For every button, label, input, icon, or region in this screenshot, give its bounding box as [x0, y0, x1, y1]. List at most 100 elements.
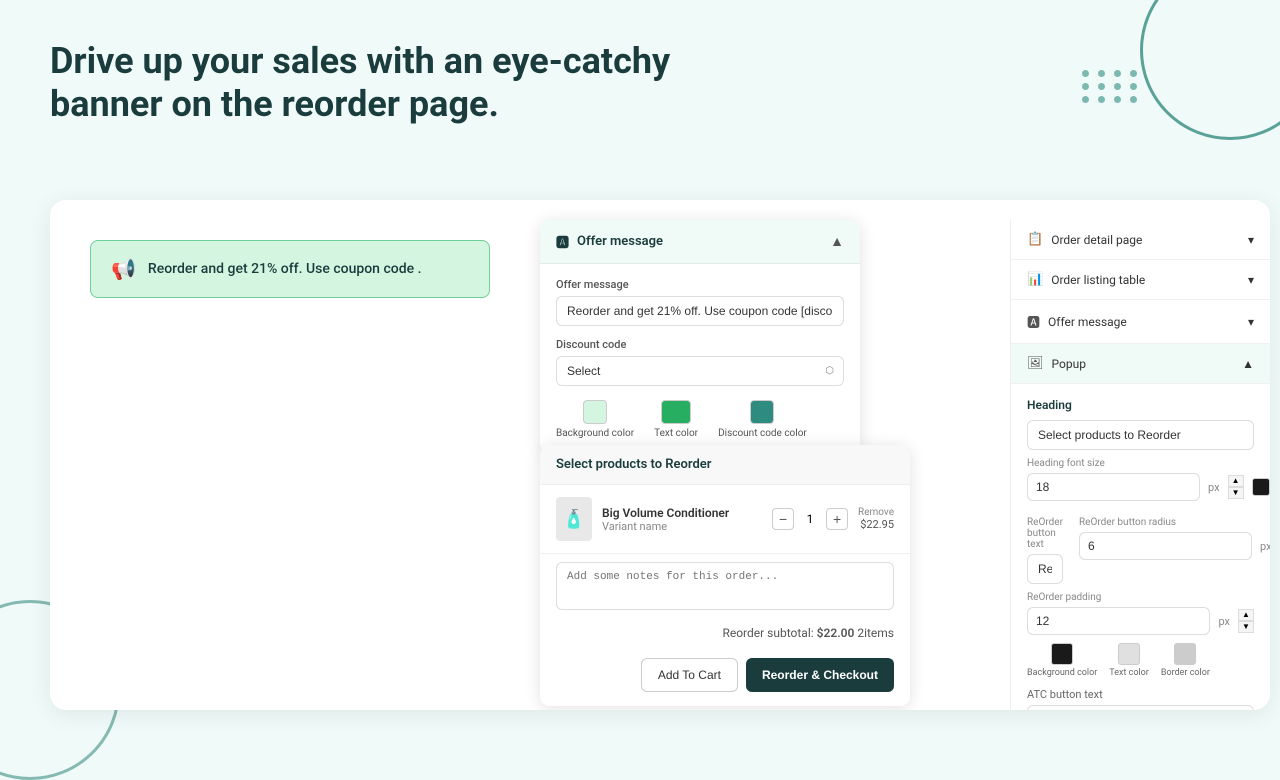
reorder-btn-text-input[interactable] [1027, 554, 1063, 584]
order-detail-icon: 📋 [1027, 232, 1043, 247]
chevron-down-icon-1: ▾ [1248, 273, 1254, 287]
btn-text-swatch[interactable] [1118, 643, 1140, 665]
reorder-padding-stepper: ▲ ▼ [1238, 609, 1254, 633]
select-arrow-icon: ⬡ [825, 366, 834, 377]
offer-message-label: Offer message [556, 278, 844, 291]
offer-message-panel: 🅰 Offer message ▲ Offer message Discount… [540, 220, 860, 453]
reorder-btn-row: ReOrder button text ReOrder button radiu… [1027, 517, 1254, 584]
reorder-btn-text-label: ReOrder button text [1027, 517, 1063, 550]
text-color-item: Text color [654, 400, 698, 439]
banner-preview: 📢 Reorder and get 21% off. Use coupon co… [90, 240, 490, 298]
btn-colors-row: Background color Text color Border color [1027, 643, 1254, 678]
settings-item-order-detail[interactable]: 📋 Order detail page ▾ [1011, 220, 1270, 260]
banner-message-box: 📢 Reorder and get 21% off. Use coupon co… [90, 240, 490, 298]
notes-area [556, 562, 894, 614]
add-to-cart-button[interactable]: Add To Cart [641, 658, 738, 692]
font-size-unit: px [1208, 481, 1220, 494]
settings-item-order-listing-label: Order listing table [1051, 273, 1248, 287]
border-color-label: Border color [1161, 668, 1210, 678]
product-info: Big Volume Conditioner Variant name [602, 506, 762, 533]
megaphone-icon: 📢 [111, 257, 136, 281]
discount-code-select-wrap: Select ⬡ [556, 356, 844, 386]
discount-color-swatch[interactable] [750, 400, 774, 424]
reorder-padding-unit: px [1218, 615, 1230, 628]
reorder-padding-input[interactable] [1027, 607, 1210, 635]
subtotal-row: Reorder subtotal: $22.00 2items [540, 622, 910, 648]
qty-plus-button[interactable]: + [826, 508, 848, 530]
font-size-up[interactable]: ▲ [1228, 475, 1244, 487]
popup-icon: 🖼 [1027, 356, 1044, 371]
action-buttons: Add To Cart Reorder & Checkout [540, 648, 910, 706]
reorder-radius-unit: px [1260, 540, 1270, 553]
chevron-down-icon-2: ▾ [1248, 315, 1254, 329]
product-variant: Variant name [602, 520, 762, 533]
chevron-up-icon-popup: ▲ [1242, 357, 1254, 371]
reorder-radius-row: px ▲ ▼ [1079, 532, 1270, 560]
remove-text[interactable]: Remove [858, 507, 894, 518]
offer-message-icon: 🅰 [1027, 312, 1040, 331]
text-color-swatch[interactable] [661, 400, 691, 424]
font-size-input[interactable] [1027, 473, 1200, 501]
popup-heading-input[interactable] [1027, 420, 1254, 450]
decorative-circle-top-right [1140, 0, 1280, 140]
btn-bg-color-label: Background color [1027, 668, 1097, 678]
color-row: Background color Text color Discount cod… [556, 400, 844, 439]
text-color-swatch-popup[interactable] [1252, 478, 1270, 496]
padding-down[interactable]: ▼ [1238, 621, 1254, 633]
product-image: 🧴 [556, 497, 592, 541]
popup-settings-section: Heading Heading font size px ▲ ▼ Text co… [1011, 384, 1270, 710]
padding-up[interactable]: ▲ [1238, 609, 1254, 621]
font-size-label: Heading font size [1027, 458, 1270, 469]
products-panel-header: Select products to Reorder [540, 445, 910, 485]
bg-color-item: Background color [556, 400, 634, 439]
offer-message-input[interactable] [556, 296, 844, 326]
qty-control: − 1 + [772, 508, 848, 530]
product-price: Remove $22.95 [858, 507, 894, 531]
page-heading: Drive up your sales with an eye-catchy b… [50, 40, 730, 126]
reorder-padding-label: ReOrder padding [1027, 592, 1254, 603]
settings-panel: 📋 Order detail page ▾ 📊 Order listing ta… [1010, 220, 1270, 710]
border-color-item: Border color [1161, 643, 1210, 678]
products-panel: Select products to Reorder 🧴 Big Volume … [540, 445, 910, 706]
price-value: $22.95 [858, 518, 894, 531]
product-row: 🧴 Big Volume Conditioner Variant name − … [540, 485, 910, 554]
offer-panel-body: Offer message Discount code Select ⬡ Bac… [540, 264, 860, 453]
font-size-row: px ▲ ▼ Text color [1027, 473, 1270, 501]
atc-btn-text-input[interactable] [1027, 705, 1254, 710]
bg-color-swatch[interactable] [583, 400, 607, 424]
font-size-down[interactable]: ▼ [1228, 487, 1244, 499]
offer-panel-title: 🅰 Offer message [556, 232, 663, 251]
border-color-swatch[interactable] [1174, 643, 1196, 665]
btn-text-color-label-swatch: Text color [1109, 668, 1149, 678]
discount-color-item: Discount code color [718, 400, 807, 439]
reorder-btn-text-col: ReOrder button text [1027, 517, 1063, 584]
text-icon: 🅰 [556, 232, 569, 251]
discount-code-select[interactable]: Select [556, 356, 844, 386]
heading-section-title: Heading [1027, 398, 1254, 412]
subtotal-items: 2items [857, 626, 894, 640]
settings-item-popup[interactable]: 🖼 Popup ▲ [1011, 344, 1270, 384]
btn-text-color-item: Text color [1109, 643, 1149, 678]
reorder-btn-radius-label: ReOrder button radius [1079, 517, 1270, 528]
settings-item-offer-message[interactable]: 🅰 Offer message ▾ [1011, 300, 1270, 344]
discount-code-label: Discount code [556, 338, 844, 351]
notes-input[interactable] [556, 562, 894, 610]
chevron-up-icon[interactable]: ▲ [830, 233, 844, 250]
heading-font-row: Heading font size px ▲ ▼ Text color [1027, 458, 1254, 509]
subtotal-value: $22.00 [817, 626, 855, 640]
qty-value: 1 [800, 512, 820, 526]
qty-minus-button[interactable]: − [772, 508, 794, 530]
btn-bg-color-item: Background color [1027, 643, 1097, 678]
main-container: 📢 Reorder and get 21% off. Use coupon co… [50, 200, 1270, 710]
subtotal-label: Reorder subtotal: [722, 626, 813, 640]
reorder-btn-radius-col: ReOrder button radius px ▲ ▼ [1079, 517, 1270, 584]
text-color-label: Text color [654, 428, 698, 439]
settings-item-order-listing[interactable]: 📊 Order listing table ▾ [1011, 260, 1270, 300]
reorder-radius-input[interactable] [1079, 532, 1252, 560]
settings-item-popup-label: Popup [1052, 357, 1243, 371]
font-size-col: Heading font size px ▲ ▼ Text color [1027, 458, 1270, 509]
btn-bg-swatch[interactable] [1051, 643, 1073, 665]
bg-color-label: Background color [556, 428, 634, 439]
reorder-checkout-button[interactable]: Reorder & Checkout [746, 658, 894, 692]
product-name: Big Volume Conditioner [602, 506, 762, 520]
